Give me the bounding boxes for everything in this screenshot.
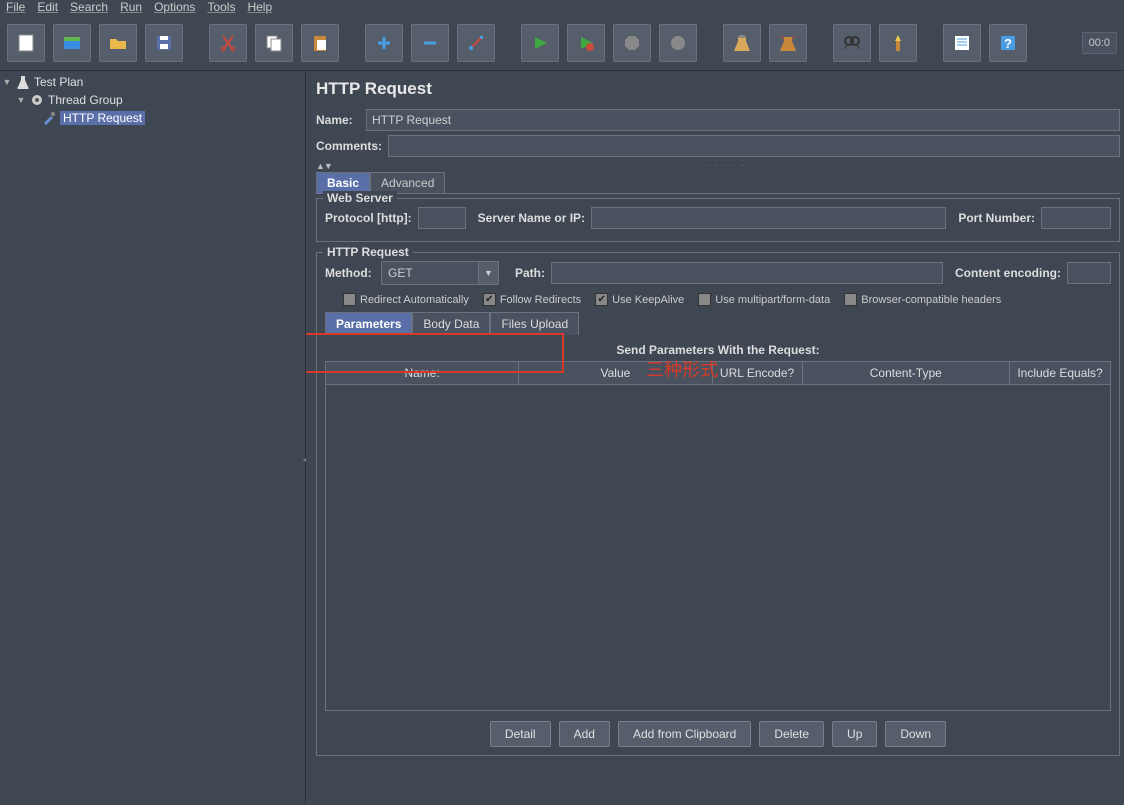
cut-icon[interactable] bbox=[209, 24, 247, 62]
port-label: Port Number: bbox=[958, 211, 1035, 225]
up-button[interactable]: Up bbox=[832, 721, 877, 747]
path-label: Path: bbox=[515, 266, 545, 280]
tree-test-plan[interactable]: ▼ Test Plan bbox=[0, 73, 305, 91]
collapse-bar[interactable]: ▲▼ · · · · · bbox=[316, 161, 1120, 170]
copy-icon[interactable] bbox=[255, 24, 293, 62]
tab-body-data[interactable]: Body Data bbox=[412, 312, 490, 335]
fieldset-httprequest: HTTP Request Method: GET ▼ Path: Content… bbox=[316, 252, 1120, 756]
menu-edit[interactable]: Edit bbox=[37, 0, 58, 14]
timer-display: 00:0 bbox=[1082, 32, 1117, 54]
detail-button[interactable]: Detail bbox=[490, 721, 551, 747]
save-icon[interactable] bbox=[145, 24, 183, 62]
open-icon[interactable] bbox=[99, 24, 137, 62]
start-icon[interactable] bbox=[521, 24, 559, 62]
stop-icon[interactable] bbox=[613, 24, 651, 62]
method-select[interactable]: GET ▼ bbox=[381, 261, 499, 285]
tree-panel: ▼ Test Plan ▼ Thread Group HTTP Request … bbox=[0, 71, 306, 804]
menu-tools[interactable]: Tools bbox=[207, 0, 235, 14]
tree-thread-group[interactable]: ▼ Thread Group bbox=[0, 91, 305, 109]
encoding-input[interactable] bbox=[1067, 262, 1111, 284]
protocol-label: Protocol [http]: bbox=[325, 211, 412, 225]
page-title: HTTP Request bbox=[316, 79, 1120, 99]
delete-button[interactable]: Delete bbox=[759, 721, 824, 747]
start-no-timers-icon[interactable] bbox=[567, 24, 605, 62]
annotation-text: 三种形式 bbox=[646, 356, 718, 382]
path-input[interactable] bbox=[551, 262, 943, 284]
comments-input[interactable] bbox=[388, 135, 1120, 157]
server-label: Server Name or IP: bbox=[478, 211, 585, 225]
shutdown-icon[interactable] bbox=[659, 24, 697, 62]
reset-search-icon[interactable] bbox=[879, 24, 917, 62]
toolbar: ? 00:0 bbox=[0, 18, 1124, 71]
function-helper-icon[interactable] bbox=[943, 24, 981, 62]
tab-parameters[interactable]: Parameters bbox=[325, 312, 412, 335]
menu-help[interactable]: Help bbox=[247, 0, 272, 14]
check-multipart[interactable]: Use multipart/form-data bbox=[698, 293, 830, 306]
new-icon[interactable] bbox=[7, 24, 45, 62]
config-tabs: Basic Advanced bbox=[316, 172, 1120, 194]
clear-icon[interactable] bbox=[723, 24, 761, 62]
protocol-input[interactable] bbox=[418, 207, 466, 229]
check-keepalive[interactable]: Use KeepAlive bbox=[595, 293, 684, 306]
check-follow-redirects[interactable]: Follow Redirects bbox=[483, 293, 581, 306]
collapse-icon[interactable] bbox=[411, 24, 449, 62]
chevron-down-icon: ▼ bbox=[478, 262, 498, 284]
col-urlencode[interactable]: URL Encode? bbox=[713, 362, 803, 384]
param-section-title: Send Parameters With the Request: bbox=[325, 343, 1111, 357]
paste-icon[interactable] bbox=[301, 24, 339, 62]
check-redirect-auto[interactable]: Redirect Automatically bbox=[343, 293, 469, 306]
method-label: Method: bbox=[325, 266, 375, 280]
flask-icon bbox=[16, 75, 30, 89]
param-buttons: Detail Add Add from Clipboard Delete Up … bbox=[325, 721, 1111, 747]
col-contenttype[interactable]: Content-Type bbox=[803, 362, 1010, 384]
comments-label: Comments: bbox=[316, 139, 382, 153]
check-browser-compat[interactable]: Browser-compatible headers bbox=[844, 293, 1001, 306]
expand-icon[interactable] bbox=[365, 24, 403, 62]
search-icon[interactable] bbox=[833, 24, 871, 62]
col-name[interactable]: Name: bbox=[326, 362, 519, 384]
fieldset-title: HTTP Request bbox=[323, 245, 413, 259]
tree-toggle-icon[interactable]: ▼ bbox=[16, 95, 26, 105]
content-panel: HTTP Request Name: Comments: ▲▼ · · · · … bbox=[306, 71, 1124, 804]
drag-dots-icon: · · · · · bbox=[332, 161, 1120, 170]
tab-advanced[interactable]: Advanced bbox=[370, 172, 445, 193]
name-input[interactable] bbox=[366, 109, 1120, 131]
gear-icon bbox=[30, 93, 44, 107]
server-input[interactable] bbox=[591, 207, 946, 229]
name-label: Name: bbox=[316, 113, 360, 127]
clear-all-icon[interactable] bbox=[769, 24, 807, 62]
down-button[interactable]: Down bbox=[885, 721, 946, 747]
templates-icon[interactable] bbox=[53, 24, 91, 62]
body-tabs: Parameters Body Data Files Upload bbox=[325, 312, 1111, 335]
menu-options[interactable]: Options bbox=[154, 0, 195, 14]
add-button[interactable]: Add bbox=[559, 721, 610, 747]
menu-search[interactable]: Search bbox=[70, 0, 108, 14]
encoding-label: Content encoding: bbox=[955, 266, 1061, 280]
tree-toggle-icon[interactable]: ▼ bbox=[2, 77, 12, 87]
help-icon[interactable]: ? bbox=[989, 24, 1027, 62]
param-table[interactable]: Name: Value URL Encode? Content-Type Inc… bbox=[325, 361, 1111, 711]
tree-label: Test Plan bbox=[34, 75, 83, 89]
tab-basic[interactable]: Basic bbox=[316, 172, 370, 193]
col-include-equals[interactable]: Include Equals? bbox=[1010, 362, 1110, 384]
menubar: File Edit Search Run Options Tools Help bbox=[0, 0, 1124, 18]
add-clipboard-button[interactable]: Add from Clipboard bbox=[618, 721, 751, 747]
tab-files-upload[interactable]: Files Upload bbox=[490, 312, 579, 335]
toggle-icon[interactable] bbox=[457, 24, 495, 62]
fieldset-title: Web Server bbox=[323, 191, 397, 205]
tree-http-request[interactable]: HTTP Request bbox=[0, 109, 305, 127]
method-value: GET bbox=[388, 266, 413, 280]
pipette-icon bbox=[42, 111, 56, 125]
port-input[interactable] bbox=[1041, 207, 1111, 229]
fieldset-webserver: Web Server Protocol [http]: Server Name … bbox=[316, 198, 1120, 242]
svg-text:?: ? bbox=[1004, 36, 1012, 51]
tree-label: Thread Group bbox=[48, 93, 123, 107]
menu-run[interactable]: Run bbox=[120, 0, 142, 14]
tree-label: HTTP Request bbox=[60, 111, 145, 125]
param-table-header: Name: Value URL Encode? Content-Type Inc… bbox=[326, 362, 1110, 385]
collapse-arrows-icon: ▲▼ bbox=[316, 161, 332, 171]
menu-file[interactable]: File bbox=[6, 0, 25, 14]
